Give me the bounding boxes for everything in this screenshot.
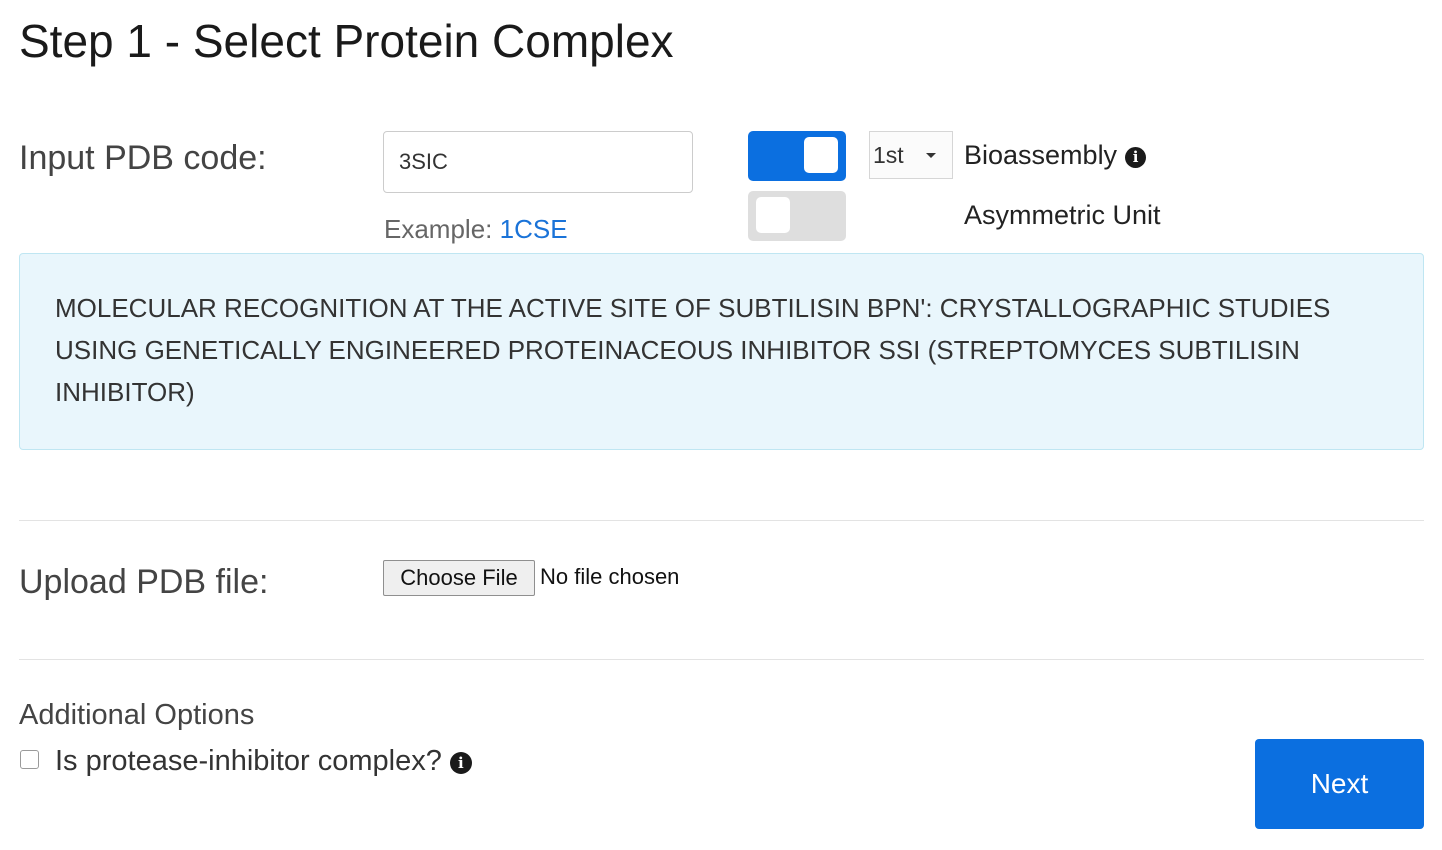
toggle-knob (756, 197, 790, 233)
info-circle-icon[interactable]: i (1125, 147, 1147, 168)
example-link[interactable]: 1CSE (500, 214, 568, 244)
section-divider (19, 659, 1424, 660)
section-divider (19, 520, 1424, 521)
structure-description-text: MOLECULAR RECOGNITION AT THE ACTIVE SITE… (55, 293, 1331, 407)
pdb-code-label: Input PDB code: (19, 139, 267, 177)
pdb-code-input[interactable] (383, 131, 693, 193)
bioassembly-label: Bioassembly (964, 140, 1118, 170)
example-prefix: Example: (384, 214, 493, 244)
page-title: Step 1 - Select Protein Complex (19, 15, 674, 67)
protease-inhibitor-checkbox[interactable] (20, 750, 39, 769)
asymmetric-unit-toggle[interactable] (748, 191, 846, 241)
bioassembly-toggle[interactable] (748, 131, 846, 181)
bioassembly-option: Bioassembly i (964, 139, 1147, 171)
caret-down-icon (926, 153, 936, 158)
asymmetric-unit-label: Asymmetric Unit (964, 200, 1161, 230)
info-circle-icon[interactable]: i (449, 752, 472, 774)
bioassembly-select[interactable]: 1st (869, 131, 953, 179)
next-button[interactable]: Next (1255, 739, 1424, 829)
structure-description-alert: MOLECULAR RECOGNITION AT THE ACTIVE SITE… (19, 253, 1424, 450)
pdb-example: Example: 1CSE (384, 213, 568, 245)
file-status-text: No file chosen (540, 564, 680, 589)
upload-pdb-label: Upload PDB file: (19, 563, 269, 601)
additional-options-heading: Additional Options (19, 699, 255, 731)
toggle-knob (804, 137, 838, 173)
protease-inhibitor-label[interactable]: Is protease-inhibitor complex? (55, 745, 442, 777)
bioassembly-select-value: 1st (873, 142, 904, 168)
choose-file-button[interactable]: Choose File (383, 560, 535, 596)
protease-inhibitor-option: Is protease-inhibitor complex? i (55, 743, 472, 779)
step1-page: Step 1 - Select Protein Complex Input PD… (0, 0, 1442, 850)
